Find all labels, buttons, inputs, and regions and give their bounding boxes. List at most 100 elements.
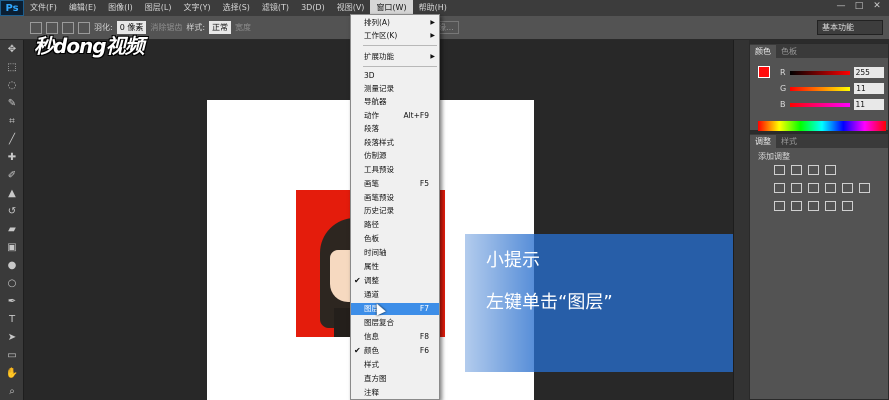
threshold-icon[interactable] (808, 201, 819, 211)
exposure-icon[interactable] (825, 165, 836, 175)
menu-item-label: 画笔 (364, 179, 379, 188)
antialias-checkbox[interactable]: 消除锯齿 (150, 22, 182, 33)
menu-item-channels[interactable]: 通道 (351, 289, 439, 301)
menu-item-info[interactable]: 信息 F8 (351, 331, 439, 343)
menu-item-measurement-log[interactable]: 测量记录 (351, 83, 439, 95)
menu-item-clone-source[interactable]: 仿制源 (351, 150, 439, 162)
adjustment-icons-row-3 (774, 201, 853, 211)
adjustments-panel: 调整 样式 添加调整 (749, 133, 889, 400)
menu-item-label: 工作区(K) (364, 31, 398, 40)
shape-tool-icon[interactable]: ▭ (0, 346, 24, 364)
menu-type[interactable]: 文字(Y) (177, 0, 216, 16)
zoom-tool-icon[interactable]: ⌕ (0, 382, 24, 400)
curves-icon[interactable] (808, 165, 819, 175)
path-select-tool-icon[interactable]: ➤ (0, 328, 24, 346)
menu-item-history[interactable]: 历史记录 (351, 205, 439, 217)
dodge-tool-icon[interactable]: ○ (0, 274, 24, 292)
menu-item-layers[interactable]: 图层 F7 (351, 303, 439, 315)
menu-item-tool-presets[interactable]: 工具预设 (351, 164, 439, 176)
gradient-tool-icon[interactable]: ▣ (0, 238, 24, 256)
brush-tool-icon[interactable]: ✐ (0, 166, 24, 184)
menu-item-brush-presets[interactable]: 画笔预设 (351, 192, 439, 204)
blur-tool-icon[interactable]: ● (0, 256, 24, 274)
invert-icon[interactable] (774, 201, 785, 211)
menu-item-actions[interactable]: 动作 Alt+F9 (351, 110, 439, 122)
posterize-icon[interactable] (791, 201, 802, 211)
hint-title: 小提示 (486, 250, 540, 271)
style-select[interactable]: 正常 (209, 21, 232, 34)
tab-styles[interactable]: 样式 (776, 135, 802, 148)
foreground-color-swatch[interactable] (758, 66, 770, 78)
tab-swatches[interactable]: 色板 (776, 45, 802, 58)
menu-item-paragraph-styles[interactable]: 段落样式 (351, 137, 439, 149)
add-adjustment-heading: 添加调整 (758, 152, 790, 161)
tab-adjustments[interactable]: 调整 (750, 135, 776, 148)
blue-value-input[interactable]: 11 (853, 99, 884, 110)
photo-filter-icon[interactable] (842, 183, 853, 193)
brightness-icon[interactable] (774, 165, 785, 175)
menu-item-3d[interactable]: 3D (351, 70, 439, 82)
menu-item-timeline[interactable]: 时间轴 (351, 247, 439, 259)
menu-item-brush[interactable]: 画笔 F5 (351, 178, 439, 190)
levels-icon[interactable] (791, 165, 802, 175)
hint-text: 左键单击“图层” (486, 292, 613, 313)
crop-tool-icon[interactable]: ⌗ (0, 112, 24, 130)
width-label: 宽度 (235, 23, 252, 32)
menu-item-navigator[interactable]: 导航器 (351, 96, 439, 108)
green-value-input[interactable]: 11 (854, 83, 885, 94)
maximize-button[interactable]: □ (851, 0, 867, 12)
menu-file[interactable]: 文件(F) (24, 0, 63, 16)
menu-item-properties[interactable]: 属性 (351, 261, 439, 273)
marquee-tool-icon[interactable]: ⬚ (0, 58, 24, 76)
menu-item-workspace[interactable]: 工作区(K) ▶ (351, 30, 439, 42)
menu-item-shortcut: F5 (419, 179, 429, 188)
channel-label-r: R (780, 68, 786, 77)
red-slider[interactable] (789, 70, 850, 75)
selective-color-icon[interactable] (842, 201, 853, 211)
history-brush-tool-icon[interactable]: ↺ (0, 202, 24, 220)
black-white-icon[interactable] (825, 183, 836, 193)
healing-tool-icon[interactable]: ✚ (0, 148, 24, 166)
workspace-switcher[interactable]: 基本功能 (817, 20, 883, 35)
menu-image[interactable]: 图像(I) (102, 0, 139, 16)
channel-mixer-icon[interactable] (859, 183, 870, 193)
eraser-tool-icon[interactable]: ▰ (0, 220, 24, 238)
eyedropper-tool-icon[interactable]: ╱ (0, 130, 24, 148)
menu-item-layer-comps[interactable]: 图层复合 (351, 317, 439, 329)
menu-3d[interactable]: 3D(D) (295, 0, 331, 16)
color-balance-icon[interactable] (808, 183, 819, 193)
hue-saturation-icon[interactable] (791, 183, 802, 193)
menu-item-paths[interactable]: 路径 (351, 219, 439, 231)
submenu-arrow-icon: ▶ (430, 32, 435, 39)
minimize-button[interactable]: — (833, 0, 849, 12)
menu-item-styles[interactable]: 样式 (351, 359, 439, 371)
menu-edit[interactable]: 编辑(E) (63, 0, 102, 16)
menu-layer[interactable]: 图层(L) (139, 0, 178, 16)
menu-item-color[interactable]: ✔ 颜色 F6 (351, 345, 439, 357)
menu-filter[interactable]: 滤镜(T) (256, 0, 295, 16)
move-tool-icon[interactable]: ✥ (0, 40, 24, 58)
color-spectrum[interactable] (758, 121, 886, 131)
close-button[interactable]: ✕ (869, 0, 885, 12)
pen-tool-icon[interactable]: ✒ (0, 292, 24, 310)
menu-item-label: 排列(A) (364, 18, 390, 27)
menu-item-notes[interactable]: 注释 (351, 387, 439, 399)
quick-select-tool-icon[interactable]: ✎ (0, 94, 24, 112)
tab-color[interactable]: 颜色 (750, 45, 776, 58)
lasso-tool-icon[interactable]: ◌ (0, 76, 24, 94)
menu-item-swatches[interactable]: 色板 (351, 233, 439, 245)
menu-item-adjustments[interactable]: ✔ 调整 (351, 275, 439, 287)
green-slider[interactable] (790, 86, 851, 91)
menu-select[interactable]: 选择(S) (217, 0, 256, 16)
red-value-input[interactable]: 255 (853, 67, 884, 78)
menu-item-extensions[interactable]: 扩展功能 ▶ (351, 51, 439, 63)
type-tool-icon[interactable]: T (0, 310, 24, 328)
blue-slider[interactable] (789, 102, 850, 107)
menu-item-arrange[interactable]: 排列(A) ▶ (351, 17, 439, 29)
vibrance-icon[interactable] (774, 183, 785, 193)
menu-item-paragraph[interactable]: 段落 (351, 123, 439, 135)
stamp-tool-icon[interactable]: ▲ (0, 184, 24, 202)
menu-item-histogram[interactable]: 直方图 (351, 373, 439, 385)
hand-tool-icon[interactable]: ✋ (0, 364, 24, 382)
gradient-map-icon[interactable] (825, 201, 836, 211)
